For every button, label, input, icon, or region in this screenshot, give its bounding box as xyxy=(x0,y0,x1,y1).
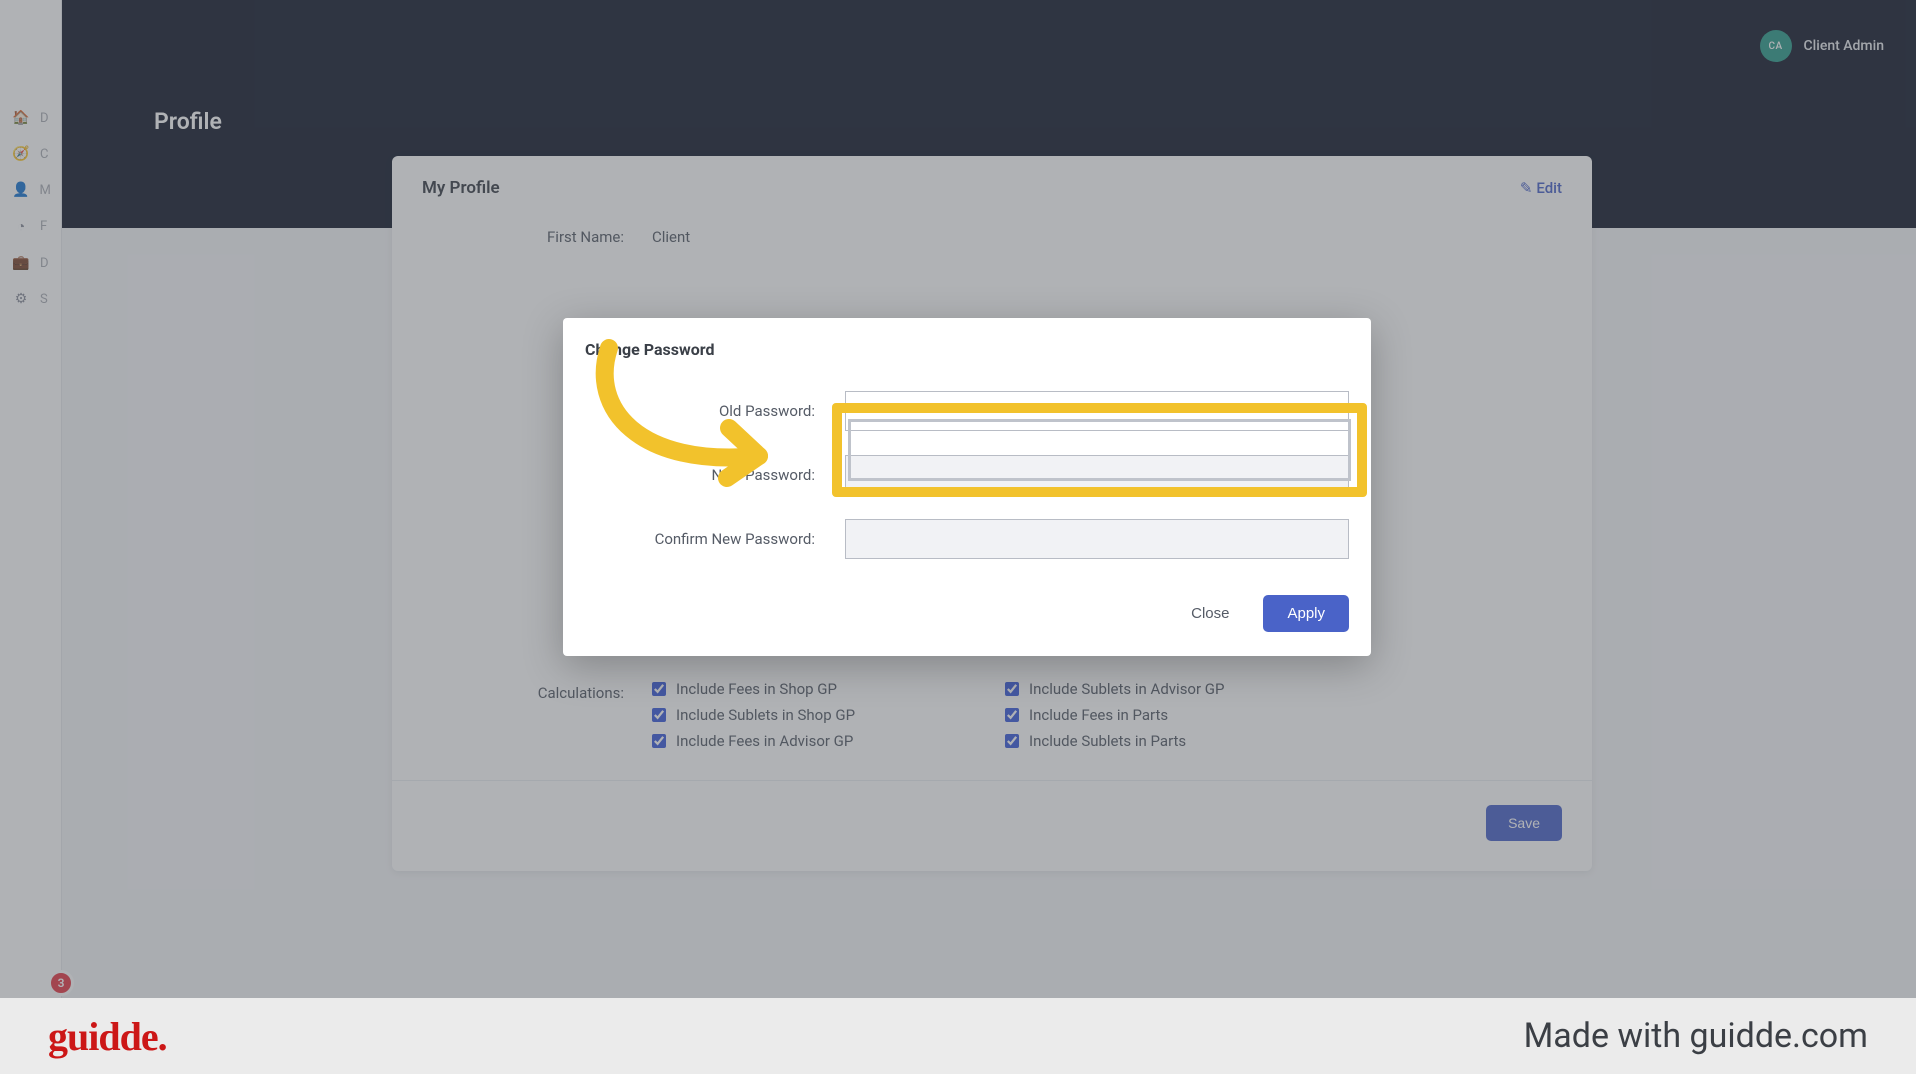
old-password-input[interactable] xyxy=(845,391,1349,431)
confirm-password-label: Confirm New Password: xyxy=(585,530,845,548)
guidde-logo: guidde. xyxy=(48,1013,167,1060)
guidde-footer: guidde. Made with guidde.com xyxy=(0,998,1916,1074)
modal-actions: Close Apply xyxy=(585,595,1349,632)
modal-row-confirm-password: Confirm New Password: xyxy=(585,519,1349,559)
modal-row-new-password: New Password: xyxy=(585,455,1349,495)
made-with-text: Made with guidde.com xyxy=(1524,1016,1868,1056)
change-password-modal: Change Password Old Password: New Passwo… xyxy=(563,318,1371,656)
app-root: 🏠 D 🧭 C 👤 M ◔ F 💼 D ⚙ S 3 CA Client Admi… xyxy=(0,0,1916,1074)
new-password-label: New Password: xyxy=(585,466,845,484)
close-button[interactable]: Close xyxy=(1175,595,1245,632)
new-password-input[interactable] xyxy=(845,455,1349,495)
confirm-password-input[interactable] xyxy=(845,519,1349,559)
modal-row-old-password: Old Password: xyxy=(585,391,1349,431)
apply-button[interactable]: Apply xyxy=(1263,595,1349,632)
modal-title: Change Password xyxy=(585,340,1349,359)
old-password-label: Old Password: xyxy=(585,402,845,420)
